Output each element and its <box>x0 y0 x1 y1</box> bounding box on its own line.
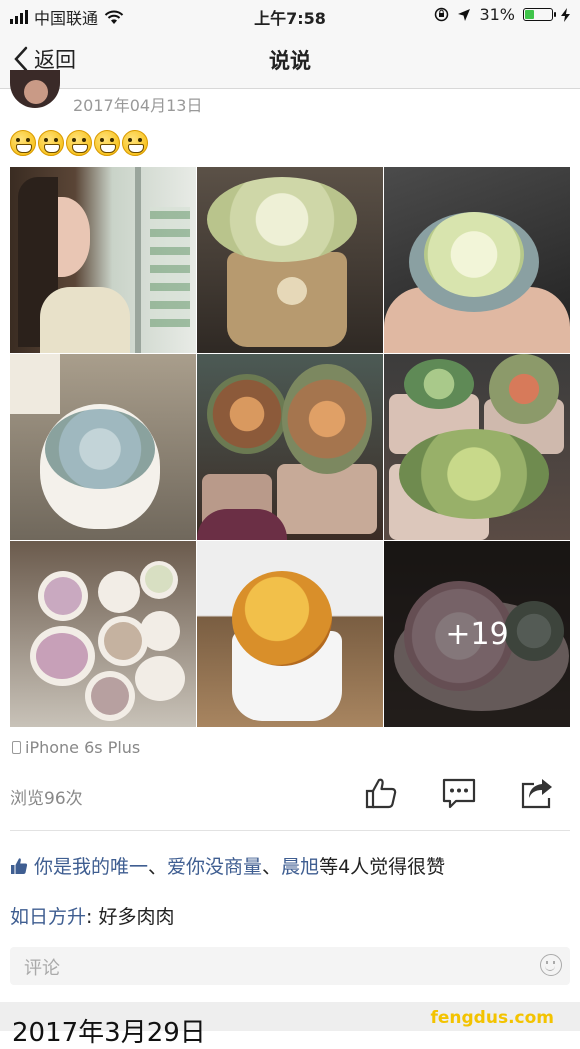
liker-name[interactable]: 你是我的唯一 <box>34 856 148 878</box>
succulent-dish-photo[interactable]: +19 <box>384 541 570 727</box>
grin-emoji-icon <box>66 130 92 156</box>
grin-emoji-icon <box>38 130 64 156</box>
small-pots-collection-photo[interactable] <box>10 541 196 727</box>
jade-plants-photo[interactable] <box>197 354 383 540</box>
comment-placeholder: 评论 <box>24 958 60 979</box>
device-label: iPhone 6s Plus <box>25 738 141 757</box>
navigation-bar: 返回 说说 <box>0 30 580 89</box>
battery-percent: 31% <box>479 5 515 24</box>
comment-author[interactable]: 如日方升 <box>10 906 86 928</box>
succulent-in-ornate-pot-photo[interactable] <box>197 167 383 353</box>
thumbs-up-icon[interactable] <box>364 776 398 810</box>
selfie-photo[interactable] <box>10 167 196 353</box>
grin-emoji-icon <box>94 130 120 156</box>
comment-input[interactable]: 评论 <box>10 947 570 985</box>
divider <box>10 830 570 831</box>
succulent-pots-group-photo[interactable] <box>384 354 570 540</box>
phone-icon <box>12 741 21 754</box>
likes-suffix: 等4人觉得很赞 <box>319 856 446 878</box>
page-title: 说说 <box>269 49 311 73</box>
emoji-picker-icon[interactable] <box>540 954 562 976</box>
liker-name[interactable]: 爱你没商量 <box>167 856 262 878</box>
grin-emoji-icon <box>10 130 36 156</box>
battery-icon <box>523 8 556 21</box>
thumbs-up-small-icon <box>11 857 28 874</box>
status-bar: 中国联通 上午7:58 31% <box>0 0 580 30</box>
device-info: iPhone 6s Plus <box>12 738 140 757</box>
avatar[interactable] <box>10 70 60 108</box>
grin-emoji-icon <box>122 130 148 156</box>
comment-icon[interactable] <box>442 776 476 810</box>
likes-line: 你是我的唯一、爱你没商量、晨旭等4人觉得很赞 <box>10 852 445 879</box>
watermark: fengdus.com <box>430 1008 554 1028</box>
liker-name[interactable]: 晨旭 <box>281 856 319 878</box>
rotation-lock-icon <box>435 7 449 22</box>
comment-text: : 好多肉肉 <box>86 906 175 928</box>
photo-grid: +19 <box>10 167 570 727</box>
more-photos-count: +19 <box>445 616 509 652</box>
post-text-emojis <box>10 130 148 156</box>
comment-item: 如日方升: 好多肉肉 <box>10 902 174 929</box>
cactus-photo[interactable] <box>197 541 383 727</box>
location-icon <box>458 8 471 21</box>
charging-icon <box>561 7 570 22</box>
succulent-in-hand-photo[interactable] <box>384 167 570 353</box>
view-count: 浏览96次 <box>10 789 83 809</box>
post-date: 2017年04月13日 <box>73 96 203 115</box>
battery-level <box>525 10 534 19</box>
share-icon[interactable] <box>520 776 554 810</box>
succulent-white-pot-photo[interactable] <box>10 354 196 540</box>
more-photos-overlay[interactable]: +19 <box>384 541 570 727</box>
